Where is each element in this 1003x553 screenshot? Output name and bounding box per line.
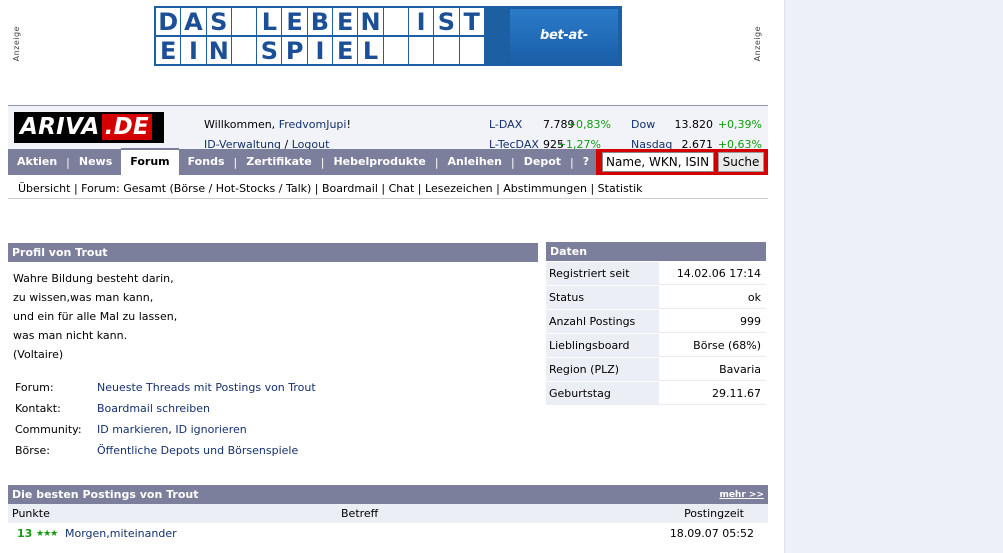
banner-letter-cell: I (181, 37, 206, 65)
banner-letter-cell (408, 37, 434, 64)
data-row: Anzahl Postings 999 (546, 310, 766, 334)
banner-letter-cell (434, 37, 459, 64)
ad-label-right: Anzeige (753, 26, 762, 62)
banner-letter-cell: L (257, 8, 282, 36)
main-nav: Aktien | News Forum Fonds | Zertifikate | H… (8, 148, 768, 176)
best-postings-header: Die besten Postings von Trout mehr >> (8, 485, 768, 504)
nav-item-news[interactable]: News (70, 149, 121, 175)
index-change: +0,83% (566, 118, 611, 131)
banner-line-1: DASLEBENIST (156, 8, 485, 36)
data-row: Registriert seit 14.02.06 17:14 (546, 262, 766, 286)
best-postings-columns: Punkte Betreff Postingzeit (8, 504, 768, 523)
banner-letter-cell: I (408, 8, 434, 36)
public-depots-link[interactable]: Öffentliche Depots und Börsenspiele (97, 440, 298, 461)
banner-letter-cell: N (358, 8, 383, 36)
search-button[interactable]: Suche (718, 152, 764, 172)
banner-letter-cell: T (459, 8, 484, 36)
profile-links: Forum: Neueste Threads mit Postings von T… (15, 377, 316, 461)
nav-item-hebelprodukte[interactable]: Hebelprodukte (324, 149, 434, 175)
banner-letter-cell: B (307, 8, 333, 36)
username-link[interactable]: FredvomJupi (279, 118, 347, 131)
data-title: Daten (546, 242, 766, 261)
banner-letter-cell: L (358, 37, 383, 65)
forum-subnav[interactable]: Übersicht | Forum: Gesamt (Börse / Hot-S… (8, 177, 768, 199)
index-name[interactable]: L-DAX (489, 115, 543, 135)
banner-letter-cell: E (333, 37, 358, 65)
nav-item-depot[interactable]: Depot (515, 149, 570, 175)
banner-letter-cell (459, 37, 484, 64)
index-value: 7.789 (543, 118, 575, 131)
banner-letter-cell: A (181, 8, 206, 36)
banner-letter-cell: S (257, 37, 282, 65)
nav-item-anleihen[interactable]: Anleihen (439, 149, 511, 175)
index-name[interactable]: Dow (631, 115, 671, 135)
index-change: +0,39% (717, 118, 762, 131)
profile-signature: Wahre Bildung besteht darin, zu wissen,w… (13, 272, 178, 361)
profile-data-table: Registriert seit 14.02.06 17:14 Status ok … (546, 262, 766, 406)
data-row: Status ok (546, 286, 766, 310)
index-value: 13.820 (674, 118, 714, 131)
search-input[interactable] (602, 152, 714, 172)
nav-item-zertifikate[interactable]: Zertifikate (237, 149, 321, 175)
ad-banner[interactable]: DASLEBENIST EINSPIEL bet-at-home.com (154, 6, 622, 97)
search-box: Suche (596, 149, 768, 175)
banner-letter-cell: S (434, 8, 459, 36)
ariva-logo[interactable]: ARIVA .DE (14, 112, 164, 143)
nav-item-forum[interactable]: Forum (121, 148, 179, 176)
newest-threads-link[interactable]: Neueste Threads mit Postings von Trout (97, 377, 316, 398)
banner-letter-cell: E (156, 37, 181, 65)
banner-letter-cell (383, 37, 408, 64)
data-row: Geburtstag 29.11.67 (546, 382, 766, 406)
ad-label-left: Anzeige (12, 26, 21, 62)
data-row: Region (PLZ) Bavaria (546, 358, 766, 382)
site-header: ARIVA .DE Willkommen, FredvomJupi! ID-Ver… (8, 105, 768, 151)
data-row: Lieblingsboard Börse (68%) (546, 334, 766, 358)
banner-letter-cell (231, 37, 257, 64)
banner-letter-cell: P (282, 37, 307, 65)
more-link[interactable]: mehr >> (719, 485, 764, 505)
banner-letter-cell: E (282, 8, 307, 36)
banner-letter-cell: E (333, 8, 358, 36)
profile-title: Profil von Trout (8, 243, 538, 262)
nav-item-help[interactable]: ? (574, 149, 598, 175)
banner-line-2: EINSPIEL (156, 37, 485, 65)
banner-letter-cell: S (206, 8, 231, 36)
table-row: 13 ★★★ Morgen,miteinander 18.09.07 05:52 (8, 523, 768, 545)
boardmail-link[interactable]: Boardmail schreiben (97, 398, 210, 419)
banner-letter-cell (231, 8, 257, 35)
banner-letter-cell: N (206, 37, 231, 65)
banner-letter-cell: D (156, 8, 181, 36)
banner-words: DASLEBENIST EINSPIEL (155, 7, 511, 65)
posting-subject-link[interactable]: Morgen,miteinander (65, 523, 177, 545)
ignore-id-link[interactable]: ID ignorieren (175, 419, 246, 440)
right-background (784, 0, 1003, 553)
nav-item-aktien[interactable]: Aktien (8, 149, 66, 175)
bet-at-home-logo: bet-at-home.com (510, 9, 618, 97)
mark-id-link[interactable]: ID markieren (97, 419, 168, 440)
banner-letter-cell (383, 8, 408, 35)
nav-item-fonds[interactable]: Fonds (179, 149, 234, 175)
banner-letter-cell: I (307, 37, 333, 65)
rating-stars-icon: ★★★ (36, 529, 58, 539)
